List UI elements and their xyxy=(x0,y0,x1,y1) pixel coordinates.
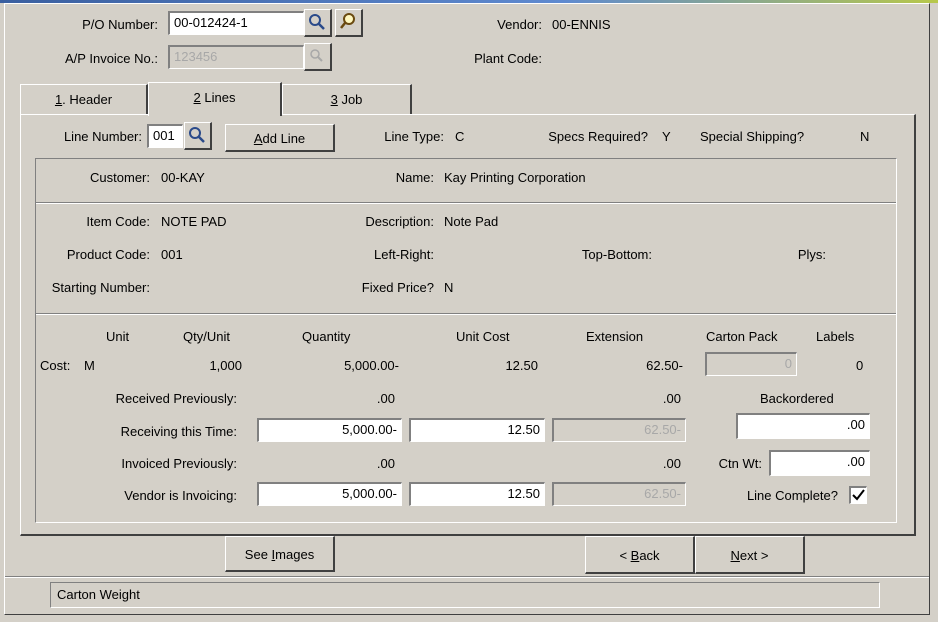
line-complete-checkbox[interactable] xyxy=(849,486,867,504)
received-previously-ext: .00 xyxy=(662,391,681,406)
cost-quantity-value: 5,000.00- xyxy=(344,358,399,373)
po-search-button[interactable] xyxy=(304,9,332,37)
vendor-invoicing-quantity-input[interactable]: 5,000.00- xyxy=(257,482,402,506)
invoiced-previously-ext: .00 xyxy=(662,456,681,471)
col-unit: Unit xyxy=(106,329,130,344)
fixed-price-value: N xyxy=(444,280,454,295)
ap-invoice-label: A/P Invoice No.: xyxy=(65,51,158,66)
tab-lines[interactable]: 2 Lines xyxy=(148,82,282,116)
backordered-label: Backordered xyxy=(760,391,834,406)
status-text: Carton Weight xyxy=(57,587,140,602)
cost-extension-value: 62.50- xyxy=(646,358,683,373)
carton-pack-input[interactable]: 0 xyxy=(705,352,797,376)
po-lookup-button[interactable] xyxy=(335,9,363,37)
received-previously-qty: .00 xyxy=(376,391,395,406)
lookup-magnifier-icon xyxy=(340,13,355,29)
back-button[interactable]: < Back xyxy=(585,536,695,574)
magnifier-icon xyxy=(189,127,205,143)
plys-label: Plys: xyxy=(797,247,826,262)
magnifier-icon xyxy=(309,14,325,30)
line-complete-label: Line Complete? xyxy=(746,488,838,503)
starting-number-label: Starting Number: xyxy=(51,280,150,295)
customer-label: Customer: xyxy=(90,170,150,185)
cost-unit-cost-value: 12.50 xyxy=(505,358,538,373)
description-value: Note Pad xyxy=(444,214,499,229)
cost-unit-value: M xyxy=(84,358,95,373)
received-previously-label: Received Previously: xyxy=(115,391,237,406)
col-carton-pack: Carton Pack xyxy=(706,329,778,344)
next-button[interactable]: Next > xyxy=(695,536,805,574)
product-code-label: Product Code: xyxy=(66,247,150,262)
col-extension: Extension xyxy=(586,329,644,344)
top-bottom-label: Top-Bottom: xyxy=(581,247,652,262)
specs-required-value: Y xyxy=(662,129,671,144)
ap-invoice-input[interactable]: 123456 xyxy=(168,45,304,69)
line-number-input[interactable]: 001 xyxy=(147,124,183,148)
item-code-value: NOTE PAD xyxy=(161,214,227,229)
line-type-value: C xyxy=(455,129,465,144)
description-label: Description: xyxy=(365,214,434,229)
special-shipping-value: N xyxy=(860,129,870,144)
receiving-this-time-label: Receiving this Time: xyxy=(120,424,237,439)
plant-code-label: Plant Code: xyxy=(474,51,542,66)
cost-label: Cost: xyxy=(40,358,71,373)
cost-qty-unit-value: 1,000 xyxy=(209,358,242,373)
labels-value: 0 xyxy=(856,358,864,373)
col-unit-cost: Unit Cost xyxy=(456,329,510,344)
receiving-unit-cost-input[interactable]: 12.50 xyxy=(409,418,545,442)
vendor-invoicing-label: Vendor is Invoicing: xyxy=(124,488,237,503)
line-type-label: Line Type: xyxy=(384,129,444,144)
backordered-input[interactable]: .00 xyxy=(736,413,870,439)
line-search-button[interactable] xyxy=(184,122,212,150)
fixed-price-label: Fixed Price? xyxy=(361,280,434,295)
left-right-label: Left-Right: xyxy=(374,247,434,262)
status-divider xyxy=(5,576,929,578)
product-code-value: 001 xyxy=(161,247,183,262)
customer-name-value: Kay Printing Corporation xyxy=(444,170,586,185)
receiving-quantity-input[interactable]: 5,000.00- xyxy=(257,418,402,442)
ctn-wt-input[interactable]: .00 xyxy=(769,450,870,476)
vendor-value: 00-ENNIS xyxy=(552,17,611,32)
add-line-button[interactable]: Add Line xyxy=(225,124,335,152)
special-shipping-label: Special Shipping? xyxy=(700,129,805,144)
customer-name-label: Name: xyxy=(395,170,434,185)
see-images-button[interactable]: See Images xyxy=(225,536,335,572)
divider xyxy=(36,202,896,204)
tab-job[interactable]: 3 Job xyxy=(282,84,412,114)
invoiced-previously-label: Invoiced Previously: xyxy=(121,456,237,471)
magnifier-disabled-icon xyxy=(310,49,323,62)
col-quantity: Quantity xyxy=(302,329,351,344)
col-qty-unit: Qty/Unit xyxy=(183,329,230,344)
ctn-wt-label: Ctn Wt: xyxy=(718,456,762,471)
ap-invoice-search-button[interactable] xyxy=(304,43,332,71)
customer-value: 00-KAY xyxy=(161,170,205,185)
status-bar: Carton Weight xyxy=(50,582,880,608)
invoiced-previously-qty: .00 xyxy=(376,456,395,471)
po-number-input[interactable]: 00-012424-1 xyxy=(168,11,304,35)
divider xyxy=(36,313,896,315)
vendor-label: Vendor: xyxy=(497,17,542,32)
tab-header[interactable]: 1. Header xyxy=(20,84,148,114)
vendor-invoicing-unit-cost-input[interactable]: 12.50 xyxy=(409,482,545,506)
line-number-label: Line Number: xyxy=(63,129,142,144)
specs-required-label: Specs Required? xyxy=(548,129,648,144)
col-labels: Labels xyxy=(816,329,855,344)
po-number-label: P/O Number: xyxy=(82,17,158,32)
item-code-label: Item Code: xyxy=(86,214,150,229)
vendor-invoicing-extension-input[interactable]: 62.50- xyxy=(552,482,686,506)
receiving-extension-input[interactable]: 62.50- xyxy=(552,418,686,442)
checkmark-icon xyxy=(852,489,865,501)
